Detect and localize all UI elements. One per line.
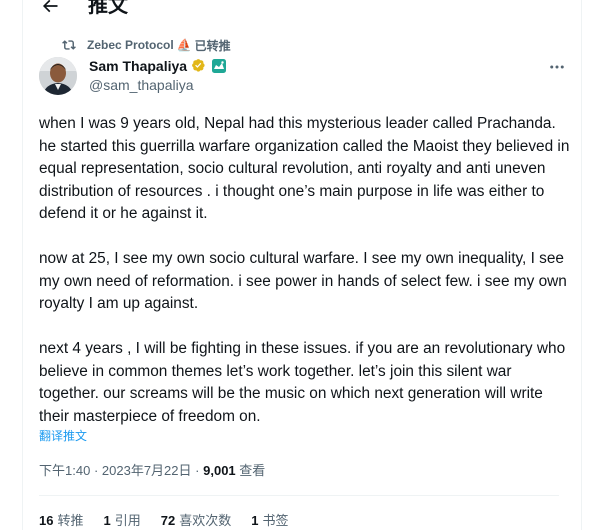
sailboat-emoji: ⛵ xyxy=(176,38,192,52)
social-context[interactable]: Zebec Protocol ⛵ 已转推 xyxy=(62,37,231,53)
view-count: 9,001 xyxy=(203,463,236,478)
bookmarks-label: 书签 xyxy=(262,513,289,528)
retweet-action-label: 已转推 xyxy=(194,38,231,53)
retweets-label: 转推 xyxy=(57,513,84,528)
affiliate-badge-icon[interactable] xyxy=(211,58,227,74)
translate-tweet-link[interactable]: 翻译推文 xyxy=(39,427,87,444)
retweeter-name[interactable]: Zebec Protocol xyxy=(87,38,174,52)
likes-stat[interactable]: 72 喜欢次数 xyxy=(161,510,231,529)
likes-label: 喜欢次数 xyxy=(179,513,232,528)
divider xyxy=(39,495,559,496)
bookmarks-count: 1 xyxy=(251,513,259,528)
quotes-count: 1 xyxy=(103,513,111,528)
quotes-stat[interactable]: 1 引用 xyxy=(103,510,140,529)
meta-separator: · xyxy=(93,463,99,478)
engagement-stats: 16 转推 1 引用 72 喜欢次数 1 书签 xyxy=(39,510,308,529)
tweet-meta: 下午1:40 · 2023年7月22日 · 9,001 查看 xyxy=(39,460,265,479)
gold-verified-badge-icon[interactable] xyxy=(191,58,207,74)
page-header: 推文 xyxy=(22,0,582,22)
more-horizontal-icon[interactable] xyxy=(546,58,568,76)
meta-separator: · xyxy=(195,463,200,478)
author-handle[interactable]: @sam_thapaliya xyxy=(89,77,194,93)
tweet-date[interactable]: 2023年7月22日 xyxy=(102,463,192,478)
retweets-stat[interactable]: 16 转推 xyxy=(39,510,83,529)
bookmarks-stat[interactable]: 1 书签 xyxy=(251,510,288,529)
likes-count: 72 xyxy=(160,513,176,528)
quotes-label: 引用 xyxy=(114,513,141,528)
retweets-count: 16 xyxy=(39,513,54,528)
arrow-left-icon[interactable] xyxy=(38,0,62,18)
page-title: 推文 xyxy=(88,0,128,17)
view-label: 查看 xyxy=(239,463,266,478)
avatar[interactable] xyxy=(39,57,77,95)
tweet-text: when I was 9 years old, Nepal had this m… xyxy=(39,115,570,425)
retweet-icon xyxy=(62,37,78,53)
tweet-time[interactable]: 下午1:40 xyxy=(39,463,90,478)
author-row: Sam Thapaliya xyxy=(89,57,227,75)
author-name[interactable]: Sam Thapaliya xyxy=(89,58,187,74)
